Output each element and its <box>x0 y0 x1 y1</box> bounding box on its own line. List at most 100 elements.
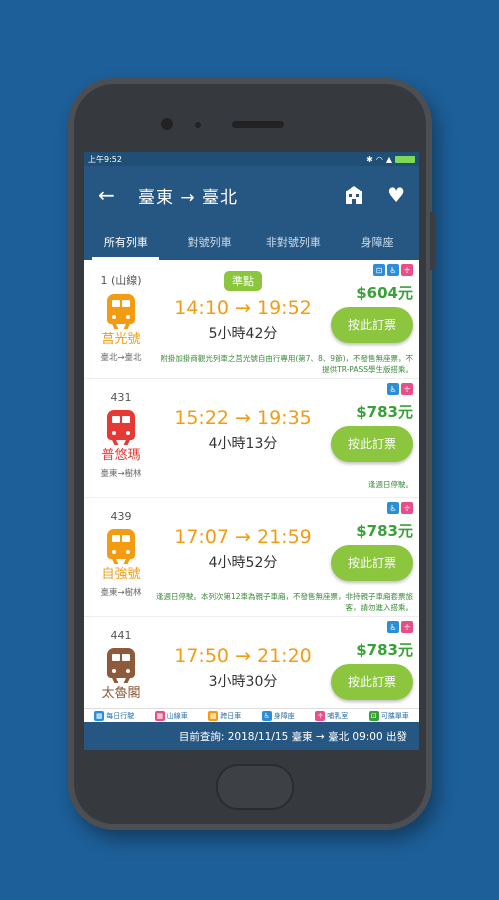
back-arrow-icon[interactable]: ← <box>98 183 124 207</box>
train-list[interactable]: 1 (山線) 莒光號 臺北→臺北 準點 14:10 → 19:52 5小時42分… <box>84 260 419 708</box>
ticket-price: $783元 <box>356 641 413 659</box>
train-schedule: 17:50 → 21:20 3小時30分 <box>162 639 324 691</box>
train-info: 439 自強號 臺東→樹林 <box>90 510 152 598</box>
train-icon <box>107 529 135 564</box>
sensor <box>195 122 201 128</box>
train-info: 1 (山線) 莒光號 臺北→臺北 <box>90 272 152 363</box>
departure-arrival-times: 17:50 → 21:20 <box>174 645 312 667</box>
wheelchair-icon: ♿ <box>387 621 399 633</box>
trip-duration: 4小時13分 <box>208 436 278 452</box>
train-icon <box>107 294 135 329</box>
train-type: 自強號 <box>101 567 141 582</box>
nursing-room-icon: ♱ <box>401 621 413 633</box>
bluetooth-icon: ✱ <box>366 154 373 164</box>
query-summary: 目前查詢: 2018/11/15 臺東 → 臺北 09:00 出發 <box>178 730 407 743</box>
train-info: 431 普悠瑪 臺東→樹林 <box>90 391 152 479</box>
train-card[interactable]: 441 太魯閣 17:50 → 21:20 3小時30分 ♿ ♱ $783元 按… <box>84 617 419 708</box>
tab-reserved-trains[interactable]: 對號列車 <box>168 224 252 260</box>
status-bar: 上午9:52 ✱ ◠ ▲ <box>84 152 419 166</box>
train-type: 莒光號 <box>101 332 141 347</box>
legend-label: 身障座 <box>273 712 295 720</box>
train-note: 逢週日停駛。 <box>368 480 413 489</box>
departure-arrival-times: 17:07 → 21:59 <box>174 526 312 548</box>
train-card[interactable]: 1 (山線) 莒光號 臺北→臺北 準點 14:10 → 19:52 5小時42分… <box>84 260 419 379</box>
train-booking: ⊡ ♿ ♱ $604元 按此訂票 <box>329 264 413 343</box>
page-title: 臺東 → 臺北 <box>138 187 239 208</box>
train-card[interactable]: 431 普悠瑪 臺東→樹林 15:22 → 19:35 4小時13分 ♿ ♱ $… <box>84 379 419 498</box>
legend-item: ⊡ 可攜單車 <box>368 711 409 721</box>
app-bar: ← 臺東 → 臺北 ♥ <box>84 166 419 224</box>
legend-label: 哺乳室 <box>327 712 349 720</box>
trip-duration: 3小時30分 <box>208 674 278 690</box>
wheelchair-icon: ♿ <box>387 383 399 395</box>
book-button[interactable]: 按此訂票 <box>331 426 413 462</box>
train-icon <box>107 410 135 445</box>
bike-icon: ⊡ <box>373 264 385 276</box>
train-booking: ♿ ♱ $783元 按此訂票 <box>329 383 413 462</box>
service-icons: ♿ ♱ <box>329 502 413 514</box>
train-schedule: 15:22 → 19:35 4小時13分 <box>162 401 324 453</box>
overnight-icon: ▦ <box>208 711 219 721</box>
legend-label: 山線車 <box>166 712 188 720</box>
tab-all-trains[interactable]: 所有列車 <box>84 224 168 260</box>
service-icons: ⊡ ♿ ♱ <box>329 264 413 276</box>
home-button[interactable] <box>216 764 294 810</box>
bike-icon: ⊡ <box>368 711 379 721</box>
on-time-badge: 準點 <box>224 271 262 291</box>
front-camera <box>161 118 173 130</box>
legend-label: 跨日車 <box>220 712 242 720</box>
tab-disabled-seat[interactable]: 身障座 <box>335 224 419 260</box>
daily-icon: ▦ <box>94 711 105 721</box>
nursing-room-icon: ♱ <box>401 383 413 395</box>
train-card[interactable]: 439 自強號 臺東→樹林 17:07 → 21:59 4小時52分 ♿ ♱ $… <box>84 498 419 617</box>
wheelchair-icon: ♿ <box>261 711 272 721</box>
service-icons: ♿ ♱ <box>329 621 413 633</box>
departure-arrival-times: 14:10 → 19:52 <box>174 297 312 319</box>
wheelchair-icon: ♿ <box>387 264 399 276</box>
book-button[interactable]: 按此訂票 <box>331 545 413 581</box>
status-icons: ✱ ◠ ▲ <box>366 155 415 164</box>
train-number: 441 <box>110 629 132 642</box>
nursing-room-icon: ♱ <box>401 264 413 276</box>
battery-icon <box>395 155 415 163</box>
legend-bar: ▦ 每日行駛 ▦ 山線車 ▦ 跨日車 ♿ 身障座 ♱ 哺乳室 ⊡ 可攜單車 <box>84 708 419 723</box>
mountain-line-icon: ▦ <box>154 711 165 721</box>
query-summary-bar: 目前查詢: 2018/11/15 臺東 → 臺北 09:00 出發 <box>84 722 419 750</box>
book-button[interactable]: 按此訂票 <box>331 664 413 700</box>
train-number: 439 <box>110 510 132 523</box>
trip-duration: 4小時52分 <box>208 555 278 571</box>
book-button[interactable]: 按此訂票 <box>331 307 413 343</box>
train-booking: ♿ ♱ $783元 按此訂票 <box>329 502 413 581</box>
train-note: 逢週日停駛。本列次第12車為親子車廂，不發售無座票，非持親子車廂套票旅客，請勿進… <box>155 592 413 612</box>
departure-arrival-times: 15:22 → 19:35 <box>174 407 312 429</box>
nursing-room-icon: ♱ <box>315 711 326 721</box>
train-route: 臺東→樹林 <box>100 469 142 479</box>
tab-non-reserved-trains[interactable]: 非對號列車 <box>252 224 336 260</box>
train-number: 431 <box>110 391 132 404</box>
service-icons: ♿ ♱ <box>329 383 413 395</box>
earpiece-speaker <box>232 121 284 128</box>
app-screen: 上午9:52 ✱ ◠ ▲ ← 臺東 → 臺北 ♥ 所有列車 對號列車 非對號列車… <box>84 152 419 750</box>
train-type: 普悠瑪 <box>101 448 141 463</box>
favorite-heart-icon[interactable]: ♥ <box>387 183 405 207</box>
ticket-price: $783元 <box>356 522 413 540</box>
train-route: 臺東→樹林 <box>100 588 142 598</box>
side-button[interactable] <box>430 212 435 270</box>
legend-item: ♿ 身障座 <box>261 711 295 721</box>
legend-item: ♱ 哺乳室 <box>315 711 348 721</box>
train-number: 1 (山線) <box>100 274 142 287</box>
nursing-room-icon: ♱ <box>401 502 413 514</box>
status-time: 上午9:52 <box>88 154 122 164</box>
trip-duration: 5小時42分 <box>208 326 278 342</box>
legend-label: 可攜單車 <box>380 712 409 720</box>
legend-item: ▦ 每日行駛 <box>94 711 134 721</box>
ticket-price: $604元 <box>356 284 413 302</box>
train-booking: ♿ ♱ $783元 按此訂票 <box>329 621 413 700</box>
train-info: 441 太魯閣 <box>90 629 152 701</box>
train-route: 臺北→臺北 <box>100 353 142 363</box>
train-note: 附掛加掛商觀光列車之莒光號自由行專用(第7、8、9節)，不發售無座票，不提供TR… <box>160 354 413 374</box>
hotel-icon[interactable] <box>343 185 365 205</box>
legend-label: 每日行駛 <box>106 712 135 720</box>
train-schedule: 17:07 → 21:59 4小時52分 <box>162 520 324 572</box>
legend-item: ▦ 山線車 <box>154 711 188 721</box>
